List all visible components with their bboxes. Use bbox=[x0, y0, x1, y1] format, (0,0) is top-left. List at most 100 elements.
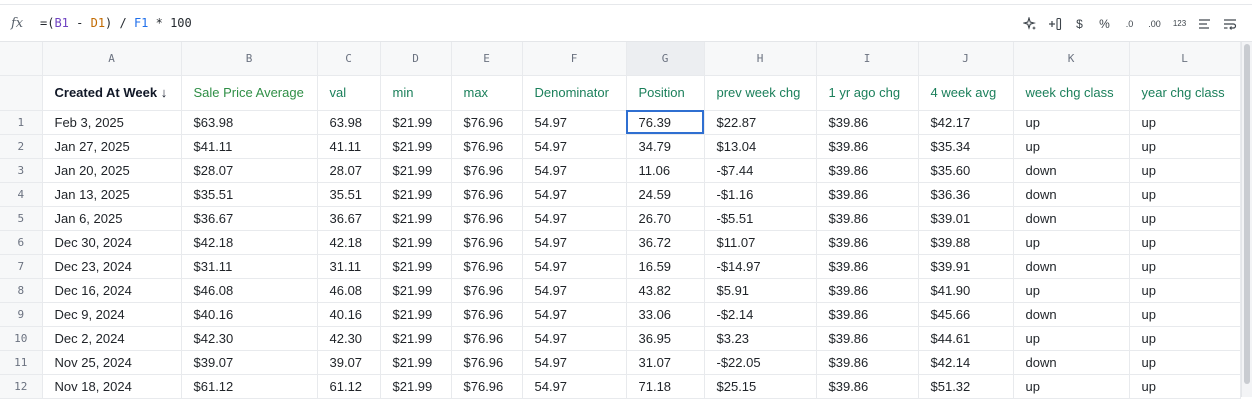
cell-f[interactable]: 54.97 bbox=[522, 278, 627, 303]
row-number[interactable]: 6 bbox=[0, 230, 43, 255]
number-format-icon[interactable]: 123 bbox=[1167, 12, 1192, 36]
add-column-icon[interactable] bbox=[1042, 12, 1067, 36]
cell-a[interactable]: Dec 16, 2024 bbox=[42, 278, 182, 303]
cell-f[interactable]: 54.97 bbox=[522, 134, 627, 159]
cell-a[interactable]: Nov 25, 2024 bbox=[42, 350, 182, 375]
cell-j[interactable]: $41.90 bbox=[918, 278, 1014, 303]
cell-k[interactable]: down bbox=[1013, 254, 1130, 279]
cell-j[interactable]: $35.60 bbox=[918, 158, 1014, 183]
cell-a[interactable]: Jan 20, 2025 bbox=[42, 158, 182, 183]
cell-c[interactable]: 39.07 bbox=[317, 350, 381, 375]
cell-d[interactable]: $21.99 bbox=[380, 158, 452, 183]
cell-f[interactable]: 54.97 bbox=[522, 206, 627, 231]
column-header-c[interactable]: C bbox=[317, 42, 381, 76]
cell-l[interactable]: up bbox=[1129, 302, 1241, 327]
row-number[interactable]: 1 bbox=[0, 110, 43, 135]
cell-d[interactable]: $21.99 bbox=[380, 254, 452, 279]
formula-bar[interactable]: fx =(B1 - D1) / F1 * 100 $ % .0 .00 123 bbox=[0, 5, 1252, 42]
increase-decimal-icon[interactable]: .00 bbox=[1142, 12, 1167, 36]
field-header-k[interactable]: week chg class bbox=[1013, 75, 1130, 111]
cell-e[interactable]: $76.96 bbox=[451, 374, 523, 399]
column-header-l[interactable]: L bbox=[1129, 42, 1241, 76]
cell-i[interactable]: $39.86 bbox=[816, 302, 919, 327]
cell-l[interactable]: up bbox=[1129, 182, 1241, 207]
cell-j[interactable]: $51.32 bbox=[918, 374, 1014, 399]
cell-a[interactable]: Dec 30, 2024 bbox=[42, 230, 182, 255]
cell-h[interactable]: $3.23 bbox=[704, 326, 817, 351]
cell-f[interactable]: 54.97 bbox=[522, 230, 627, 255]
cell-h[interactable]: -$7.44 bbox=[704, 158, 817, 183]
column-header-k[interactable]: K bbox=[1013, 42, 1130, 76]
cell-e[interactable]: $76.96 bbox=[451, 350, 523, 375]
cell-b[interactable]: $35.51 bbox=[181, 182, 318, 207]
cell-a[interactable]: Jan 6, 2025 bbox=[42, 206, 182, 231]
cell-l[interactable]: up bbox=[1129, 206, 1241, 231]
cell-j[interactable]: $45.66 bbox=[918, 302, 1014, 327]
cell-c[interactable]: 40.16 bbox=[317, 302, 381, 327]
field-header-f[interactable]: Denominator bbox=[522, 75, 627, 111]
cell-d[interactable]: $21.99 bbox=[380, 230, 452, 255]
column-header-d[interactable]: D bbox=[380, 42, 452, 76]
cell-f[interactable]: 54.97 bbox=[522, 158, 627, 183]
column-header-a[interactable]: A bbox=[42, 42, 182, 76]
cell-b[interactable]: $28.07 bbox=[181, 158, 318, 183]
cell-c[interactable]: 63.98 bbox=[317, 110, 381, 135]
select-all-corner[interactable] bbox=[0, 42, 43, 76]
cell-e[interactable]: $76.96 bbox=[451, 206, 523, 231]
cell-f[interactable]: 54.97 bbox=[522, 302, 627, 327]
column-header-j[interactable]: J bbox=[918, 42, 1014, 76]
cell-l[interactable]: up bbox=[1129, 350, 1241, 375]
cell-i[interactable]: $39.86 bbox=[816, 350, 919, 375]
cell-j[interactable]: $39.91 bbox=[918, 254, 1014, 279]
cell-j[interactable]: $36.36 bbox=[918, 182, 1014, 207]
cell-g[interactable]: 33.06 bbox=[626, 302, 705, 327]
cell-k[interactable]: down bbox=[1013, 206, 1130, 231]
cell-k[interactable]: up bbox=[1013, 278, 1130, 303]
vertical-scrollbar[interactable] bbox=[1241, 42, 1252, 397]
row-number[interactable]: 3 bbox=[0, 158, 43, 183]
cell-a[interactable]: Dec 23, 2024 bbox=[42, 254, 182, 279]
field-header-j[interactable]: 4 week avg bbox=[918, 75, 1014, 111]
cell-l[interactable]: up bbox=[1129, 230, 1241, 255]
field-header-c[interactable]: val bbox=[317, 75, 381, 111]
cell-d[interactable]: $21.99 bbox=[380, 302, 452, 327]
row-number[interactable]: 12 bbox=[0, 374, 43, 399]
cell-h[interactable]: -$14.97 bbox=[704, 254, 817, 279]
cell-k[interactable]: up bbox=[1013, 134, 1130, 159]
cell-h[interactable]: $5.91 bbox=[704, 278, 817, 303]
cell-k[interactable]: down bbox=[1013, 302, 1130, 327]
cell-a[interactable]: Dec 2, 2024 bbox=[42, 326, 182, 351]
cell-a[interactable]: Jan 13, 2025 bbox=[42, 182, 182, 207]
cell-l[interactable]: up bbox=[1129, 278, 1241, 303]
column-header-i[interactable]: I bbox=[816, 42, 919, 76]
column-header-e[interactable]: E bbox=[451, 42, 523, 76]
field-header-a[interactable]: Created At Week ↓ bbox=[42, 75, 182, 111]
cell-d[interactable]: $21.99 bbox=[380, 326, 452, 351]
decrease-decimal-icon[interactable]: .0 bbox=[1117, 12, 1142, 36]
cell-g[interactable]: 24.59 bbox=[626, 182, 705, 207]
cell-g[interactable]: 31.07 bbox=[626, 350, 705, 375]
field-header-b[interactable]: Sale Price Average bbox=[181, 75, 318, 111]
cell-j[interactable]: $39.88 bbox=[918, 230, 1014, 255]
cell-i[interactable]: $39.86 bbox=[816, 374, 919, 399]
cell-k[interactable]: up bbox=[1013, 110, 1130, 135]
cell-k[interactable]: up bbox=[1013, 326, 1130, 351]
cell-d[interactable]: $21.99 bbox=[380, 350, 452, 375]
cell-b[interactable]: $63.98 bbox=[181, 110, 318, 135]
cell-e[interactable]: $76.96 bbox=[451, 134, 523, 159]
cell-e[interactable]: $76.96 bbox=[451, 278, 523, 303]
cell-k[interactable]: up bbox=[1013, 230, 1130, 255]
field-header-e[interactable]: max bbox=[451, 75, 523, 111]
cell-b[interactable]: $42.30 bbox=[181, 326, 318, 351]
cell-c[interactable]: 46.08 bbox=[317, 278, 381, 303]
cell-k[interactable]: up bbox=[1013, 374, 1130, 399]
cell-j[interactable]: $35.34 bbox=[918, 134, 1014, 159]
cell-b[interactable]: $61.12 bbox=[181, 374, 318, 399]
cell-j[interactable]: $44.61 bbox=[918, 326, 1014, 351]
cell-f[interactable]: 54.97 bbox=[522, 374, 627, 399]
cell-e[interactable]: $76.96 bbox=[451, 230, 523, 255]
row-number[interactable]: 5 bbox=[0, 206, 43, 231]
cell-c[interactable]: 41.11 bbox=[317, 134, 381, 159]
cell-c[interactable]: 42.18 bbox=[317, 230, 381, 255]
cell-e[interactable]: $76.96 bbox=[451, 302, 523, 327]
